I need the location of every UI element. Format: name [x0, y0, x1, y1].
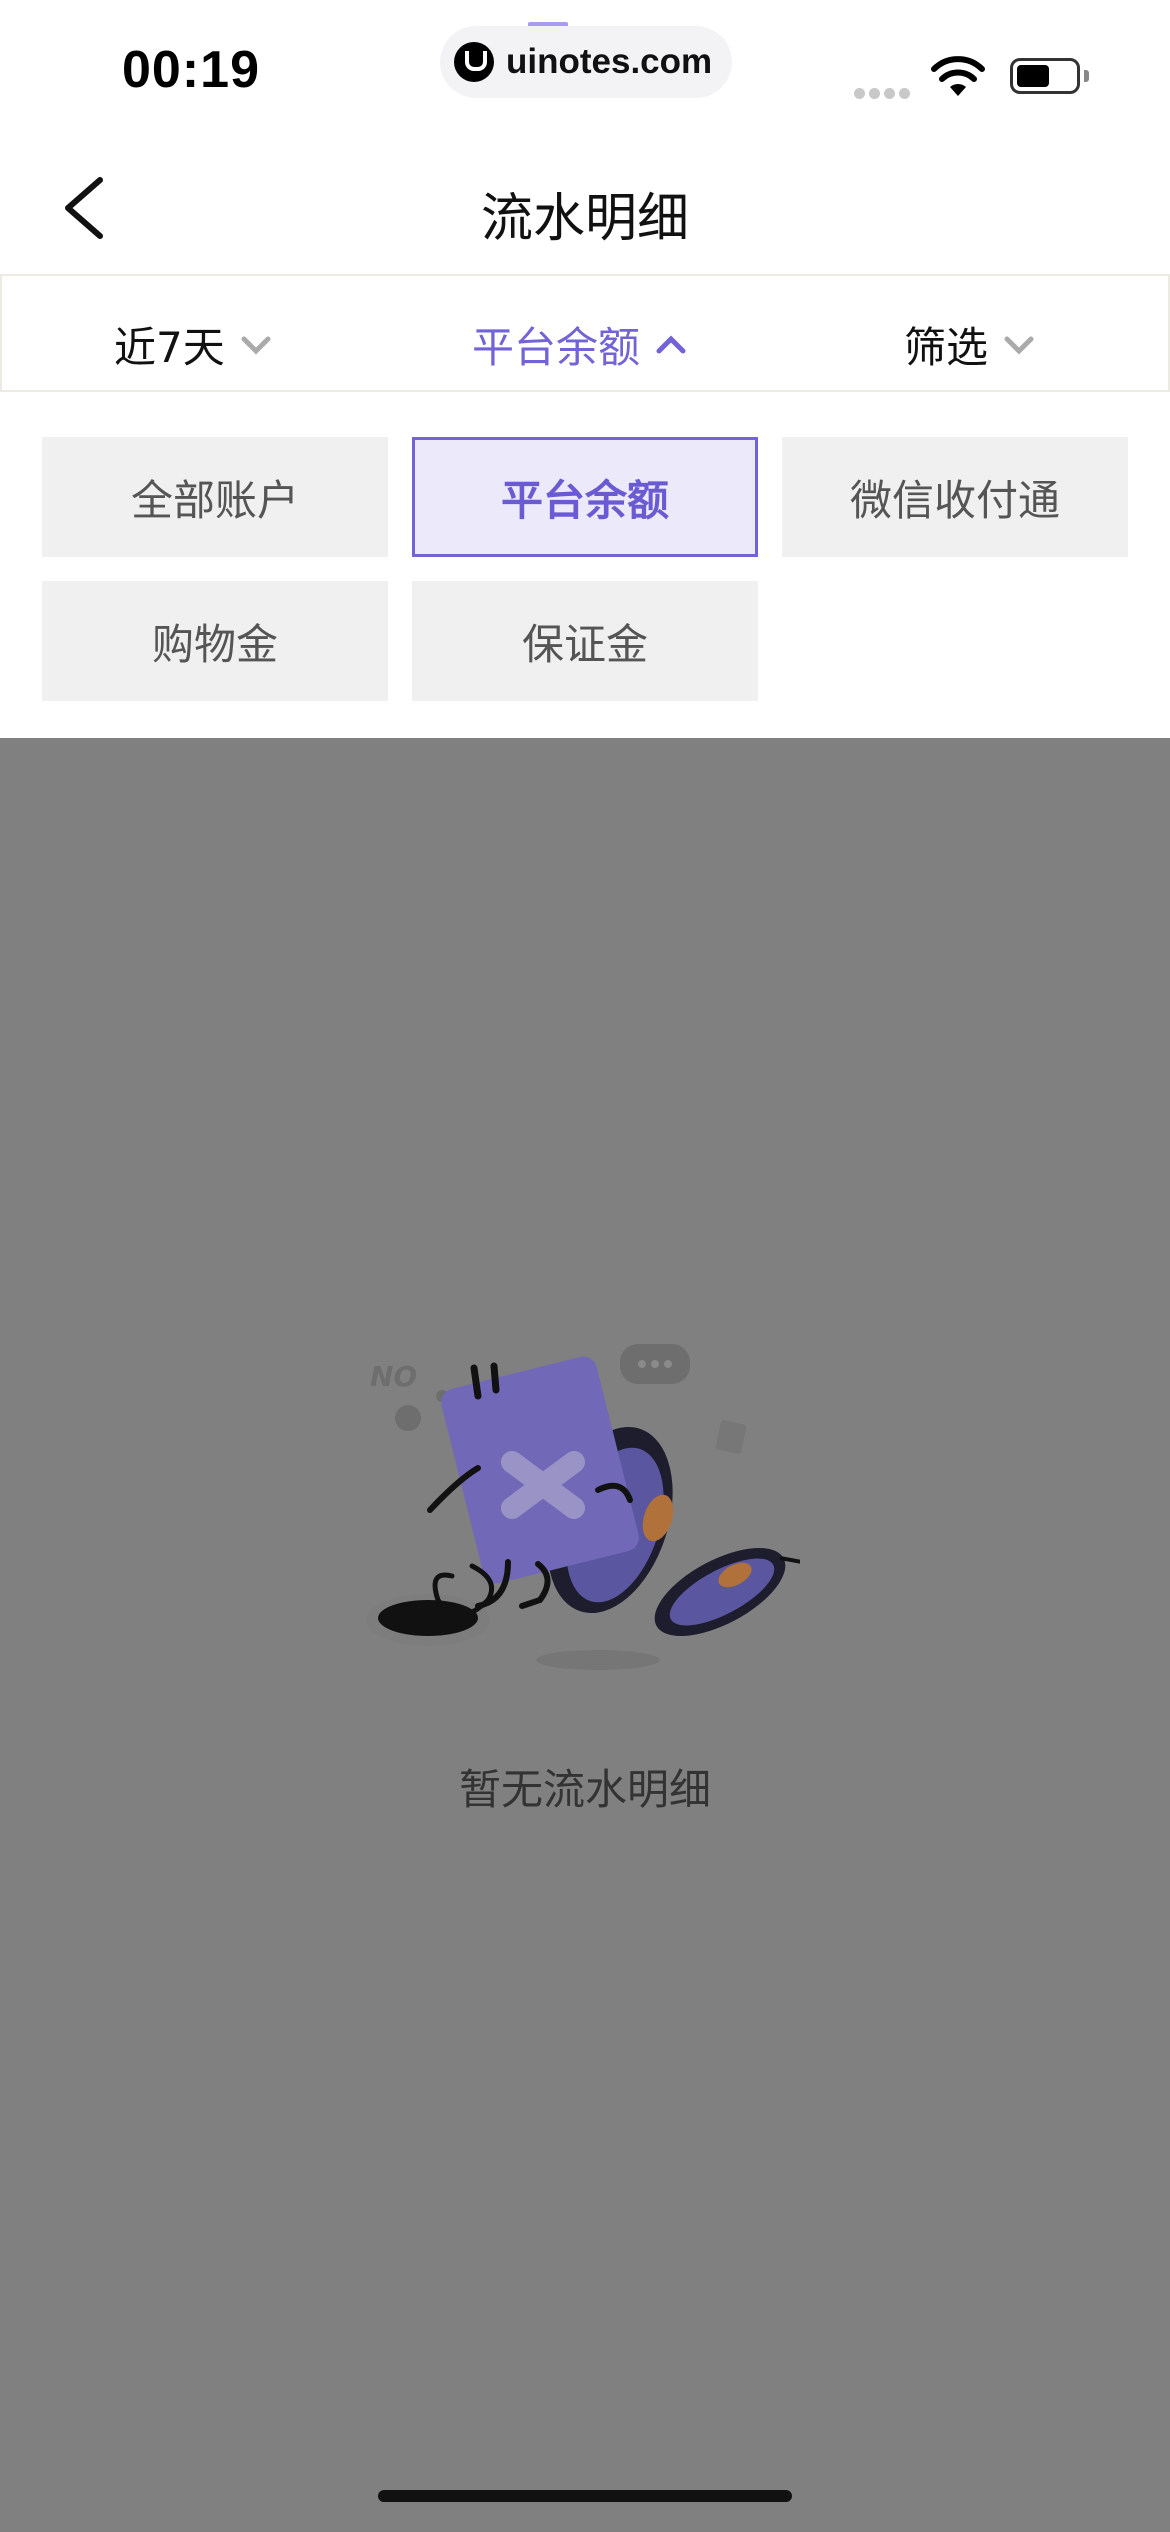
- signal-dots-icon: [854, 84, 914, 99]
- chevron-down-icon: [1004, 336, 1034, 355]
- more-filter-label: 筛选: [904, 323, 989, 372]
- chevron-down-icon: [241, 336, 271, 355]
- wifi-icon: [931, 56, 985, 96]
- illustration-no-text: NO: [370, 1360, 417, 1393]
- account-option-platform-balance[interactable]: 平台余额: [412, 437, 758, 557]
- site-logo-icon: [454, 42, 494, 82]
- url-pill[interactable]: uinotes.com: [440, 26, 732, 98]
- period-filter-label: 近7天: [114, 323, 225, 372]
- status-time: 00:19: [122, 41, 260, 99]
- period-filter[interactable]: 近7天: [114, 314, 271, 375]
- chevron-up-icon: [656, 334, 686, 353]
- account-option-wechat[interactable]: 微信收付通: [782, 437, 1128, 557]
- account-filter[interactable]: 平台余额: [472, 314, 686, 375]
- more-filter[interactable]: 筛选: [904, 314, 1034, 375]
- empty-state-illustration: NO: [366, 1344, 800, 1670]
- top-panel: 00:19 uinotes.com 流水明细 近7天 平台余额 筛选 全部账户 …: [0, 0, 1170, 738]
- battery-icon: [1010, 58, 1080, 94]
- account-option-all[interactable]: 全部账户: [42, 437, 388, 557]
- account-option-deposit[interactable]: 保证金: [412, 581, 758, 701]
- home-indicator[interactable]: [378, 2490, 792, 2502]
- url-text: uinotes.com: [506, 42, 713, 81]
- account-option-shopping-credit[interactable]: 购物金: [42, 581, 388, 701]
- empty-state-message: 暂无流水明细: [458, 1765, 711, 1814]
- page-title: 流水明细: [480, 189, 689, 249]
- filter-bar: 近7天 平台余额 筛选: [0, 274, 1170, 392]
- battery-cap: [1084, 70, 1089, 82]
- account-filter-label: 平台余额: [472, 323, 641, 372]
